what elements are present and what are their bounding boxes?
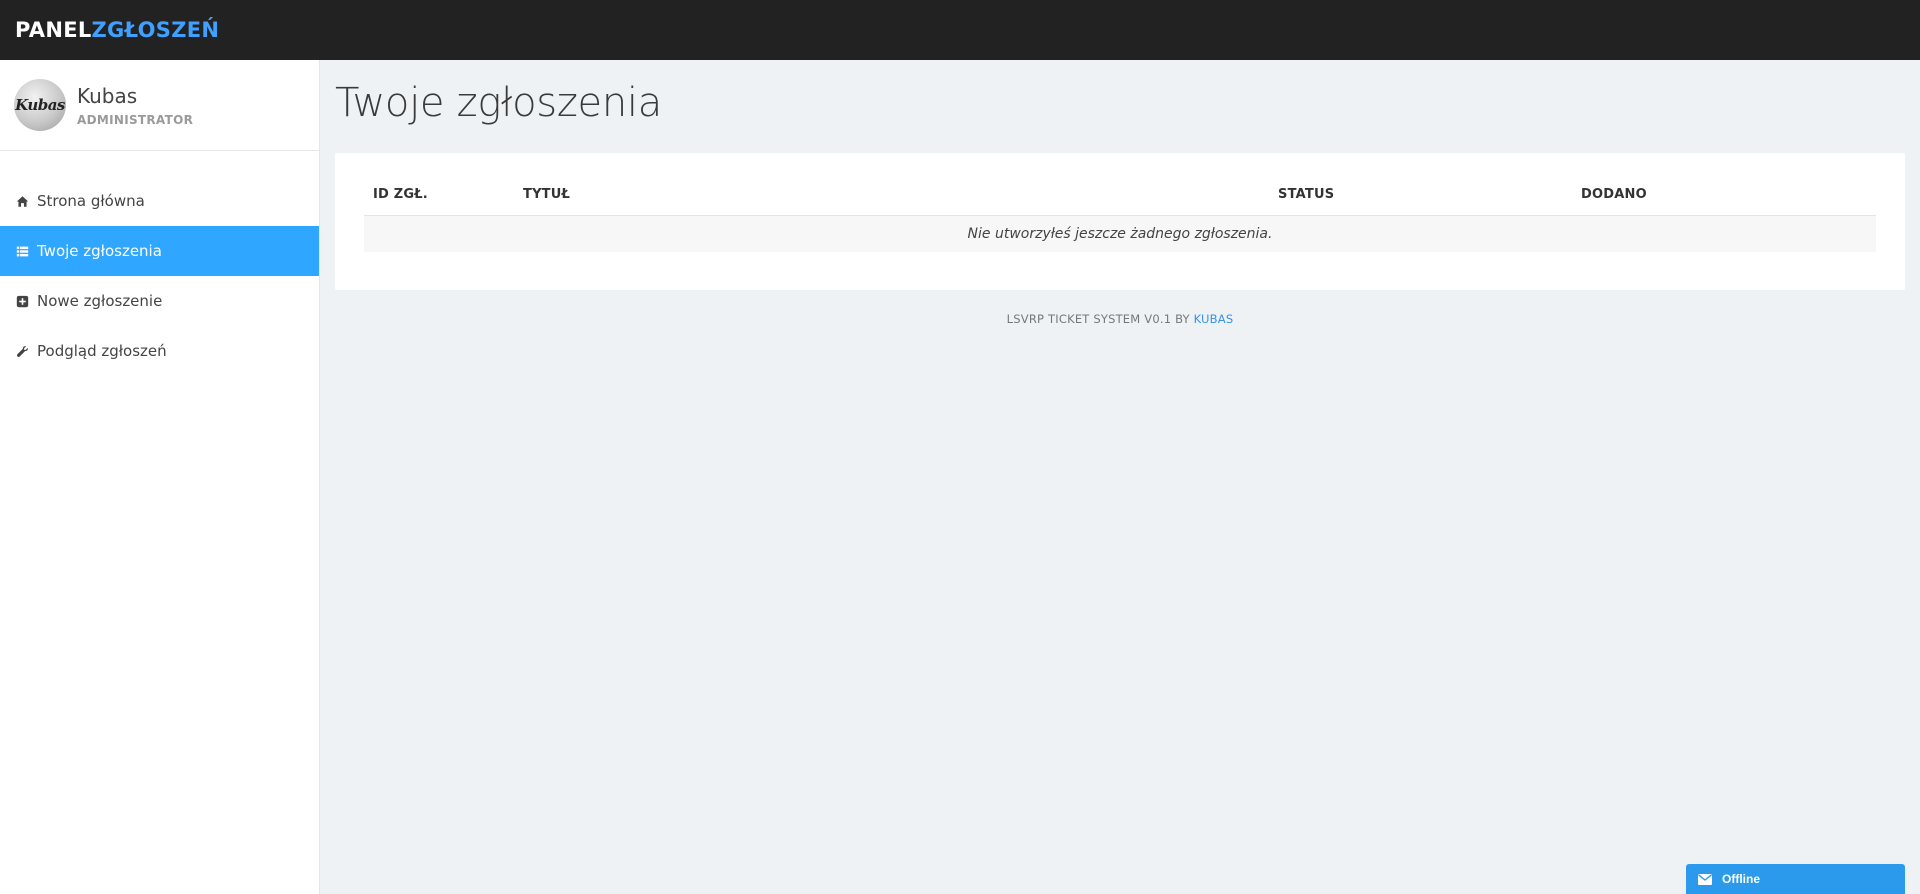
sidebar-item-home[interactable]: Strona główna: [0, 176, 319, 226]
plus-square-icon: [15, 294, 29, 308]
home-icon: [15, 194, 29, 208]
brand-text-primary: PANEL: [15, 18, 92, 42]
tickets-table: ID ZGŁ. TYTUŁ STATUS DODANO Nie utworzył…: [364, 173, 1876, 252]
column-header-added: DODANO: [1581, 186, 1647, 202]
profile-text: Kubas ADMINISTRATOR: [77, 84, 193, 127]
brand-text-accent: ZGŁOSZEŃ: [91, 18, 220, 42]
chat-status-label: Offline: [1722, 872, 1760, 886]
sidebar-item-new-ticket[interactable]: Nowe zgłoszenie: [0, 276, 319, 326]
sidebar-nav: Strona główna Twoje zgłoszenia Nowe zgło…: [0, 176, 319, 376]
wrench-icon: [15, 344, 29, 358]
top-navbar: PANELZGŁOSZEŃ: [0, 0, 1920, 60]
column-header-title: TYTUŁ: [523, 186, 571, 202]
brand-logo[interactable]: PANELZGŁOSZEŃ: [15, 18, 219, 42]
sidebar-item-tickets-overview[interactable]: Podgląd zgłoszeń: [0, 326, 319, 376]
user-role: ADMINISTRATOR: [77, 112, 194, 127]
avatar: Kubas: [14, 79, 66, 131]
list-icon: [15, 244, 29, 258]
footer-author-link[interactable]: KUBAS: [1194, 312, 1234, 326]
user-name: Kubas: [77, 83, 138, 108]
column-header-status: STATUS: [1278, 186, 1335, 202]
sidebar-item-label: Strona główna: [37, 192, 145, 210]
table-header: ID ZGŁ. TYTUŁ STATUS DODANO: [364, 173, 1876, 216]
empty-table-message: Nie utworzyłeś jeszcze żadnego zgłoszeni…: [364, 216, 1876, 252]
sidebar-item-my-tickets[interactable]: Twoje zgłoszenia: [0, 226, 319, 276]
page-title: Twoje zgłoszenia: [335, 80, 662, 126]
user-profile: Kubas Kubas ADMINISTRATOR: [0, 60, 319, 151]
footer-text: LSVRP TICKET SYSTEM V0.1 BY: [1006, 312, 1190, 326]
envelope-icon: [1698, 873, 1722, 885]
sidebar-item-label: Twoje zgłoszenia: [37, 242, 162, 260]
sidebar: Kubas Kubas ADMINISTRATOR Strona główna …: [0, 60, 320, 894]
sidebar-item-label: Nowe zgłoszenie: [37, 292, 163, 310]
chat-widget-button[interactable]: Offline: [1686, 864, 1905, 894]
tickets-card: ID ZGŁ. TYTUŁ STATUS DODANO Nie utworzył…: [335, 153, 1905, 290]
sidebar-item-label: Podgląd zgłoszeń: [37, 342, 167, 360]
column-header-id: ID ZGŁ.: [373, 186, 428, 202]
main-content: Twoje zgłoszenia ID ZGŁ. TYTUŁ STATUS DO…: [320, 60, 1920, 894]
footer: LSVRP TICKET SYSTEM V0.1 BY KUBAS: [320, 312, 1920, 326]
